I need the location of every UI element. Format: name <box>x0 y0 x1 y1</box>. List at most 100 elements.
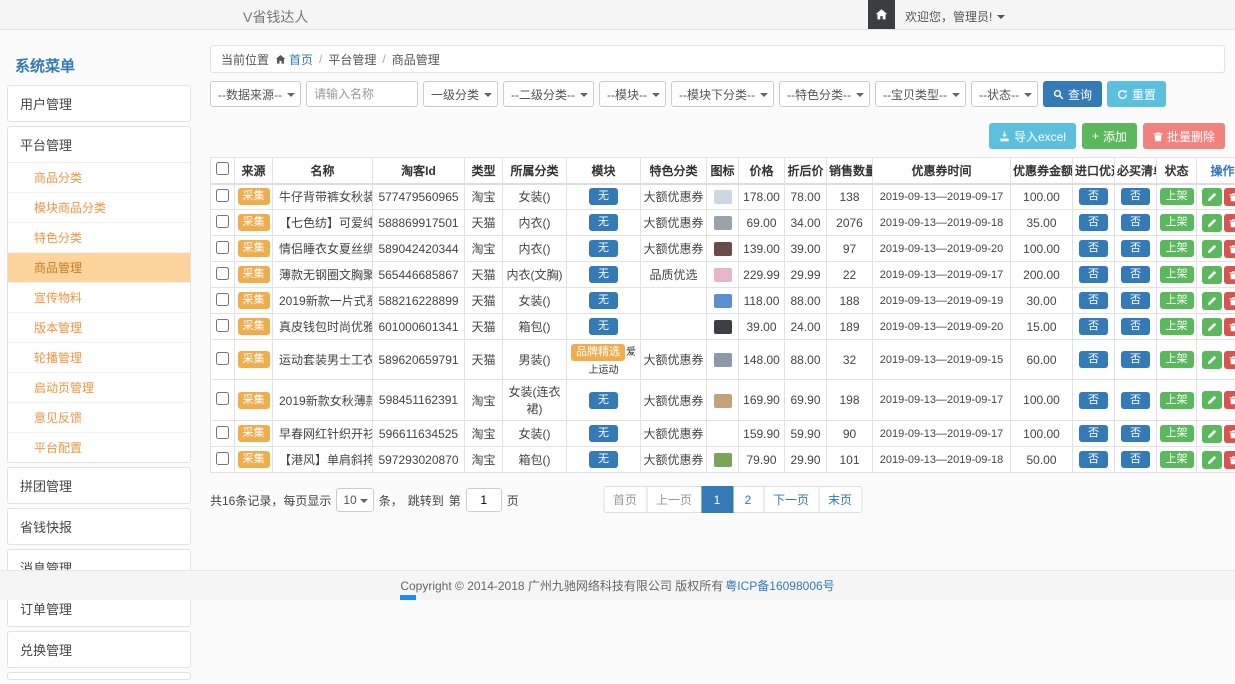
delete-button[interactable] <box>1224 240 1235 258</box>
add-button[interactable]: + 添加 <box>1082 123 1137 149</box>
delete-button[interactable] <box>1224 391 1235 409</box>
status-badge[interactable]: 上架 <box>1160 392 1194 409</box>
sidebar-subitem[interactable]: 启动页管理 <box>8 373 190 403</box>
page-button[interactable]: 末页 <box>818 486 862 513</box>
status-badge[interactable]: 上架 <box>1160 351 1194 368</box>
name-search-input[interactable] <box>306 81 418 107</box>
row-checkbox[interactable] <box>216 392 229 405</box>
import-select-badge[interactable]: 否 <box>1079 425 1108 442</box>
edit-button[interactable] <box>1202 391 1222 409</box>
page-button[interactable]: 上一页 <box>646 486 702 513</box>
filter-select[interactable]: --数据来源-- <box>210 81 301 107</box>
row-checkbox[interactable] <box>216 352 229 365</box>
delete-button[interactable] <box>1224 266 1235 284</box>
sidebar-subitem[interactable]: 意见反馈 <box>8 403 190 433</box>
sidebar-item[interactable]: 平台管理 <box>8 127 190 162</box>
must-buy-badge[interactable]: 否 <box>1121 292 1150 309</box>
filter-select[interactable]: --二级分类-- <box>503 81 594 107</box>
sidebar-item[interactable]: 省钱快报 <box>8 509 190 544</box>
row-checkbox[interactable] <box>216 215 229 228</box>
row-checkbox[interactable] <box>216 426 229 439</box>
filter-select[interactable]: 一级分类 <box>423 81 498 107</box>
must-buy-badge[interactable]: 否 <box>1121 266 1150 283</box>
row-checkbox[interactable] <box>216 293 229 306</box>
status-badge[interactable]: 上架 <box>1160 451 1194 468</box>
delete-button[interactable] <box>1224 214 1235 232</box>
page-size-select[interactable]: 10 <box>336 488 373 512</box>
edit-button[interactable] <box>1202 351 1222 369</box>
edit-button[interactable] <box>1202 451 1222 469</box>
sidebar-subitem[interactable]: 商品管理 <box>8 253 190 283</box>
sidebar-subitem[interactable]: 模块商品分类 <box>8 193 190 223</box>
page-button[interactable]: 2 <box>732 486 764 513</box>
import-select-badge[interactable]: 否 <box>1079 392 1108 409</box>
import-select-badge[interactable]: 否 <box>1079 240 1108 257</box>
import-excel-button[interactable]: 导入excel <box>989 123 1076 149</box>
status-badge[interactable]: 上架 <box>1160 318 1194 335</box>
sidebar-subitem[interactable]: 轮播管理 <box>8 343 190 373</box>
status-badge[interactable]: 上架 <box>1160 214 1194 231</box>
import-select-badge[interactable]: 否 <box>1079 318 1108 335</box>
sidebar-subitem[interactable]: 特色分类 <box>8 223 190 253</box>
import-select-badge[interactable]: 否 <box>1079 451 1108 468</box>
sidebar-subitem[interactable]: 版本管理 <box>8 313 190 343</box>
delete-button[interactable] <box>1224 451 1235 469</box>
select-all-checkbox[interactable] <box>216 162 229 175</box>
delete-button[interactable] <box>1224 425 1235 443</box>
sidebar-item-partial[interactable] <box>7 672 191 680</box>
filter-select[interactable]: --模块-- <box>599 81 666 107</box>
filter-select[interactable]: --宝贝类型-- <box>875 81 966 107</box>
edit-button[interactable] <box>1202 188 1222 206</box>
must-buy-badge[interactable]: 否 <box>1121 214 1150 231</box>
edit-button[interactable] <box>1202 425 1222 443</box>
search-button[interactable]: 查询 <box>1043 81 1102 107</box>
home-button[interactable] <box>868 0 895 29</box>
import-select-badge[interactable]: 否 <box>1079 292 1108 309</box>
must-buy-badge[interactable]: 否 <box>1121 318 1150 335</box>
status-badge[interactable]: 上架 <box>1160 266 1194 283</box>
must-buy-badge[interactable]: 否 <box>1121 351 1150 368</box>
page-button[interactable]: 下一页 <box>763 486 819 513</box>
edit-button[interactable] <box>1202 240 1222 258</box>
filter-select[interactable]: --特色分类-- <box>779 81 870 107</box>
sidebar-item[interactable]: 兑换管理 <box>8 632 190 667</box>
status-badge[interactable]: 上架 <box>1160 292 1194 309</box>
sidebar-item[interactable]: 用户管理 <box>8 86 190 121</box>
sidebar-subitem[interactable]: 商品分类 <box>8 163 190 193</box>
sidebar-subitem[interactable]: 宣传物料 <box>8 283 190 313</box>
delete-button[interactable] <box>1224 351 1235 369</box>
page-button[interactable]: 首页 <box>603 486 647 513</box>
user-menu[interactable]: 欢迎您，管理员! <box>905 8 1005 25</box>
status-badge[interactable]: 上架 <box>1160 425 1194 442</box>
must-buy-badge[interactable]: 否 <box>1121 240 1150 257</box>
row-checkbox[interactable] <box>216 319 229 332</box>
status-badge[interactable]: 上架 <box>1160 188 1194 205</box>
must-buy-badge[interactable]: 否 <box>1121 451 1150 468</box>
edit-button[interactable] <box>1202 292 1222 310</box>
icp-link[interactable]: 粤ICP备16098006号 <box>725 577 834 594</box>
row-checkbox[interactable] <box>216 241 229 254</box>
edit-button[interactable] <box>1202 214 1222 232</box>
status-badge[interactable]: 上架 <box>1160 240 1194 257</box>
row-checkbox[interactable] <box>216 452 229 465</box>
delete-button[interactable] <box>1224 188 1235 206</box>
delete-button[interactable] <box>1224 318 1235 336</box>
page-button[interactable]: 1 <box>701 486 733 513</box>
filter-select[interactable]: --状态-- <box>971 81 1038 107</box>
edit-button[interactable] <box>1202 318 1222 336</box>
row-checkbox[interactable] <box>216 189 229 202</box>
must-buy-badge[interactable]: 否 <box>1121 392 1150 409</box>
edit-button[interactable] <box>1202 266 1222 284</box>
delete-button[interactable] <box>1224 292 1235 310</box>
import-select-badge[interactable]: 否 <box>1079 266 1108 283</box>
import-select-badge[interactable]: 否 <box>1079 214 1108 231</box>
filter-select[interactable]: --模块下分类-- <box>671 81 774 107</box>
breadcrumb-home-link[interactable]: 首页 <box>275 51 313 68</box>
jump-page-input[interactable] <box>466 488 502 512</box>
row-checkbox[interactable] <box>216 267 229 280</box>
batch-delete-button[interactable]: 批量删除 <box>1143 123 1225 149</box>
sidebar-subitem[interactable]: 平台配置 <box>8 433 190 462</box>
must-buy-badge[interactable]: 否 <box>1121 425 1150 442</box>
reset-button[interactable]: 重置 <box>1107 81 1166 107</box>
import-select-badge[interactable]: 否 <box>1079 351 1108 368</box>
